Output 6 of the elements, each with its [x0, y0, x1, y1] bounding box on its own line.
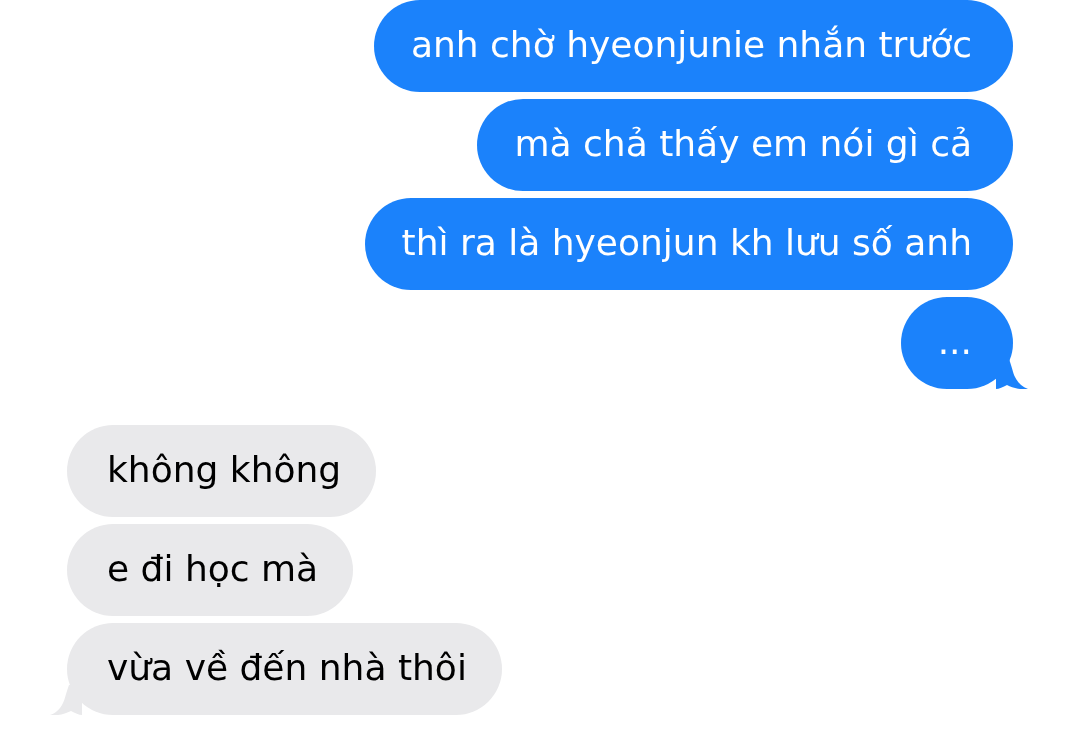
sent-message-bubble: anh chờ hyeonjunie nhắn trước [373, 0, 1013, 92]
received-message-bubble: e đi học mà [67, 524, 354, 616]
sent-message-bubble: mà chả thấy em nói gì cả [477, 99, 1013, 191]
sent-message-bubble: thì ra là hyeonjun kh lưu số anh [364, 198, 1013, 290]
received-message-bubble: không không [67, 425, 377, 517]
bubble-tail-icon [996, 359, 1028, 389]
